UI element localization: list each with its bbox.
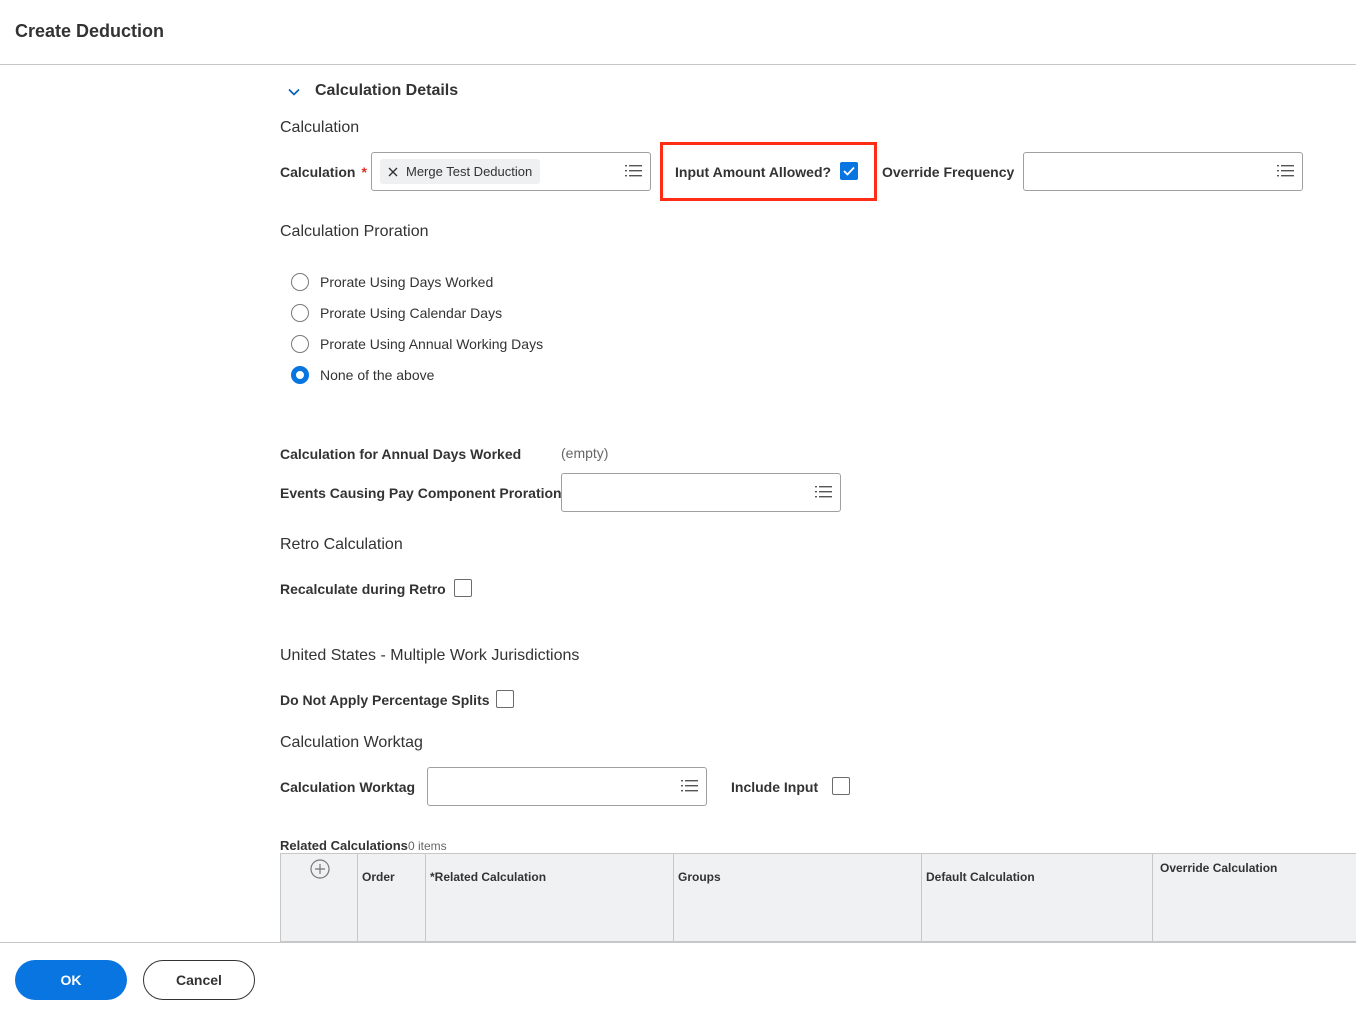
grid-header-order[interactable]: Order bbox=[362, 870, 395, 884]
override-frequency-prompt[interactable] bbox=[1023, 152, 1303, 191]
prompt-list-icon[interactable] bbox=[1277, 164, 1294, 178]
jurisdictions-heading: United States - Multiple Work Jurisdicti… bbox=[280, 647, 580, 664]
add-row-icon[interactable] bbox=[310, 859, 330, 879]
radio-prorate-annual-working-days[interactable]: Prorate Using Annual Working Days bbox=[291, 335, 543, 353]
required-marker: * bbox=[361, 164, 367, 180]
page-header: Create Deduction bbox=[0, 0, 1356, 65]
override-frequency-label: Override Frequency bbox=[882, 164, 1015, 180]
events-proration-label: Events Causing Pay Component Proration bbox=[280, 485, 562, 501]
grid-column-order bbox=[358, 854, 426, 941]
input-amount-allowed-label: Input Amount Allowed? bbox=[675, 164, 832, 180]
recalculate-retro-checkbox[interactable] bbox=[454, 579, 472, 597]
cancel-button[interactable]: Cancel bbox=[143, 960, 255, 1000]
calculation-prompt[interactable]: Merge Test Deduction bbox=[371, 152, 651, 191]
radio-label: None of the above bbox=[320, 367, 435, 383]
related-calculations-grid: Order *Related Calculation Groups Defaul… bbox=[280, 853, 1356, 942]
section-collapse-toggle[interactable] bbox=[285, 83, 303, 101]
grid-column-groups bbox=[674, 854, 922, 941]
radio-none-of-the-above[interactable]: None of the above bbox=[291, 366, 434, 384]
no-percentage-splits-checkbox[interactable] bbox=[496, 690, 514, 708]
grid-column-actions bbox=[281, 854, 358, 941]
calculation-chip[interactable]: Merge Test Deduction bbox=[380, 159, 541, 184]
worktag-heading: Calculation Worktag bbox=[280, 734, 423, 751]
grid-header-default-calculation[interactable]: Default Calculation bbox=[926, 870, 1035, 884]
recalculate-retro-label: Recalculate during Retro bbox=[280, 581, 446, 597]
radio-prorate-calendar-days[interactable]: Prorate Using Calendar Days bbox=[291, 304, 502, 322]
section-title: Calculation Details bbox=[315, 82, 459, 99]
radio-prorate-days-worked[interactable]: Prorate Using Days Worked bbox=[291, 273, 493, 291]
calculation-label-text: Calculation bbox=[280, 164, 356, 180]
radio-button-selected[interactable] bbox=[291, 366, 309, 384]
include-input-checkbox[interactable] bbox=[832, 777, 850, 795]
calculation-label: Calculation * bbox=[280, 164, 367, 180]
input-amount-allowed-checkbox[interactable] bbox=[840, 162, 858, 180]
retro-heading: Retro Calculation bbox=[280, 536, 403, 553]
related-calculations-caption: Related Calculations bbox=[280, 838, 408, 853]
radio-label: Prorate Using Calendar Days bbox=[320, 305, 503, 321]
checkmark-icon bbox=[843, 166, 855, 176]
calculation-heading: Calculation bbox=[280, 119, 360, 136]
prompt-list-icon[interactable] bbox=[681, 779, 698, 793]
ok-button[interactable]: OK bbox=[15, 960, 127, 1000]
radio-button[interactable] bbox=[291, 273, 309, 291]
proration-heading: Calculation Proration bbox=[280, 223, 429, 240]
radio-button[interactable] bbox=[291, 335, 309, 353]
events-proration-prompt[interactable] bbox=[561, 473, 841, 512]
related-calculations-count: 0 items bbox=[408, 839, 447, 853]
prompt-list-icon[interactable] bbox=[815, 485, 832, 499]
grid-header-override-calculation[interactable]: Override Calculation bbox=[1160, 861, 1277, 875]
grid-header-related-calculation[interactable]: *Related Calculation bbox=[430, 870, 546, 884]
calculation-worktag-label: Calculation Worktag bbox=[280, 779, 416, 795]
remove-chip-icon[interactable] bbox=[386, 165, 400, 179]
radio-label: Prorate Using Days Worked bbox=[320, 274, 494, 290]
grid-column-default-calculation bbox=[922, 854, 1153, 941]
grid-header-groups[interactable]: Groups bbox=[678, 870, 721, 884]
prompt-list-icon[interactable] bbox=[625, 164, 642, 178]
page-footer: OK Cancel bbox=[0, 942, 1356, 1009]
annual-days-worked-label: Calculation for Annual Days Worked bbox=[280, 446, 522, 462]
calculation-chip-label: Merge Test Deduction bbox=[406, 164, 533, 179]
chevron-down-icon bbox=[288, 88, 300, 96]
page-title: Create Deduction bbox=[15, 21, 165, 41]
radio-label: Prorate Using Annual Working Days bbox=[320, 336, 544, 352]
radio-button[interactable] bbox=[291, 304, 309, 322]
grid-column-related-calculation bbox=[426, 854, 674, 941]
no-percentage-splits-label: Do Not Apply Percentage Splits bbox=[280, 692, 490, 708]
annual-days-worked-value: (empty) bbox=[561, 445, 609, 461]
calculation-worktag-prompt[interactable] bbox=[427, 767, 707, 806]
include-input-label: Include Input bbox=[731, 779, 819, 795]
